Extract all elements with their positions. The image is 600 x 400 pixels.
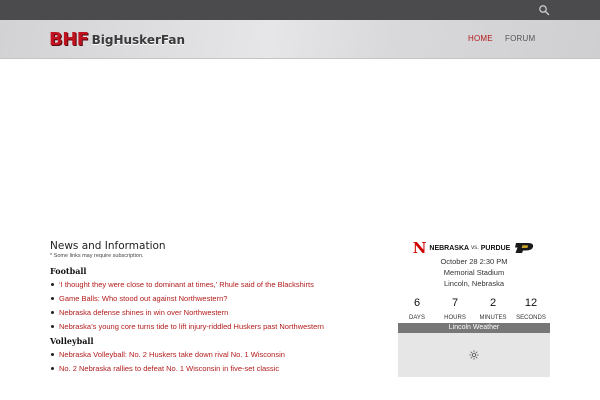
news-link[interactable]: ‘I thought they were close to dominant a… xyxy=(59,280,314,289)
site-header: BHF BigHuskerFan HOME FORUM xyxy=(0,20,600,59)
sun-loading-icon xyxy=(469,350,479,360)
top-bar xyxy=(0,0,600,20)
purdue-logo-icon xyxy=(515,243,534,253)
list-item: Nebraska defense shines in win over Nort… xyxy=(50,308,380,317)
news-section: News and Information * Some links may re… xyxy=(50,240,380,378)
category-football: Football xyxy=(50,266,87,276)
news-link[interactable]: Nebraska’s young core turns tide to lift… xyxy=(59,322,324,331)
countdown-value: 2 xyxy=(489,297,497,309)
countdown-hours: 7 HOURS xyxy=(436,297,474,322)
countdown-seconds: 12 SECONDS xyxy=(512,297,550,322)
site-logo[interactable]: BHF BigHuskerFan xyxy=(49,29,185,51)
list-item: Nebraska’s young core turns tide to lift… xyxy=(50,322,380,331)
news-link[interactable]: Nebraska Volleyball: No. 2 Huskers take … xyxy=(59,350,285,359)
nav-forum[interactable]: FORUM xyxy=(505,34,535,43)
versus-label: vs. xyxy=(471,245,479,251)
category-volleyball: Volleyball xyxy=(50,336,94,346)
countdown-value: 6 xyxy=(413,297,421,309)
logo-mark: BHF xyxy=(49,29,89,50)
matchup: N NEBRASKA vs. PURDUE xyxy=(398,240,550,256)
list-item: Game Balls: Who stood out against Northw… xyxy=(50,294,380,303)
countdown-label: SECONDS xyxy=(516,315,546,321)
news-title: News and Information xyxy=(50,240,166,252)
volleyball-news-list: Nebraska Volleyball: No. 2 Huskers take … xyxy=(50,350,380,373)
logo-name: BigHuskerFan xyxy=(91,33,186,47)
countdown-label: HOURS xyxy=(444,315,466,321)
weather-title: Lincoln Weather xyxy=(398,323,550,333)
countdown-value: 12 xyxy=(524,297,538,309)
search-icon[interactable] xyxy=(538,4,550,16)
home-team: NEBRASKA xyxy=(429,244,470,252)
countdown: 6 DAYS 7 HOURS 2 MINUTES 12 SECONDS xyxy=(398,297,550,322)
countdown-label: DAYS xyxy=(409,315,425,321)
next-game-widget: N NEBRASKA vs. PURDUE October 28 2:30 PM… xyxy=(398,240,550,322)
list-item: Nebraska Volleyball: No. 2 Huskers take … xyxy=(50,350,380,359)
game-datetime: October 28 2:30 PM xyxy=(440,257,508,266)
list-item: No. 2 Nebraska rallies to defeat No. 1 W… xyxy=(50,364,380,373)
game-venue: Memorial Stadium xyxy=(443,268,505,277)
list-item: ‘I thought they were close to dominant a… xyxy=(50,280,380,289)
countdown-minutes: 2 MINUTES xyxy=(474,297,512,322)
countdown-value: 7 xyxy=(451,297,459,309)
football-news-list: ‘I thought they were close to dominant a… xyxy=(50,280,380,331)
away-team: PURDUE xyxy=(480,244,511,252)
news-link[interactable]: No. 2 Nebraska rallies to defeat No. 1 W… xyxy=(59,364,279,373)
weather-widget: Lincoln Weather xyxy=(398,323,550,377)
countdown-days: 6 DAYS xyxy=(398,297,436,322)
nebraska-logo: N xyxy=(412,239,427,257)
news-link[interactable]: Nebraska defense shines in win over Nort… xyxy=(59,308,228,317)
game-city: Lincoln, Nebraska xyxy=(443,279,505,288)
subscription-note: * Some links may require subscription. xyxy=(50,253,144,259)
nav-home[interactable]: HOME xyxy=(468,34,493,43)
countdown-label: MINUTES xyxy=(479,315,507,321)
news-link[interactable]: Game Balls: Who stood out against Northw… xyxy=(59,294,227,303)
